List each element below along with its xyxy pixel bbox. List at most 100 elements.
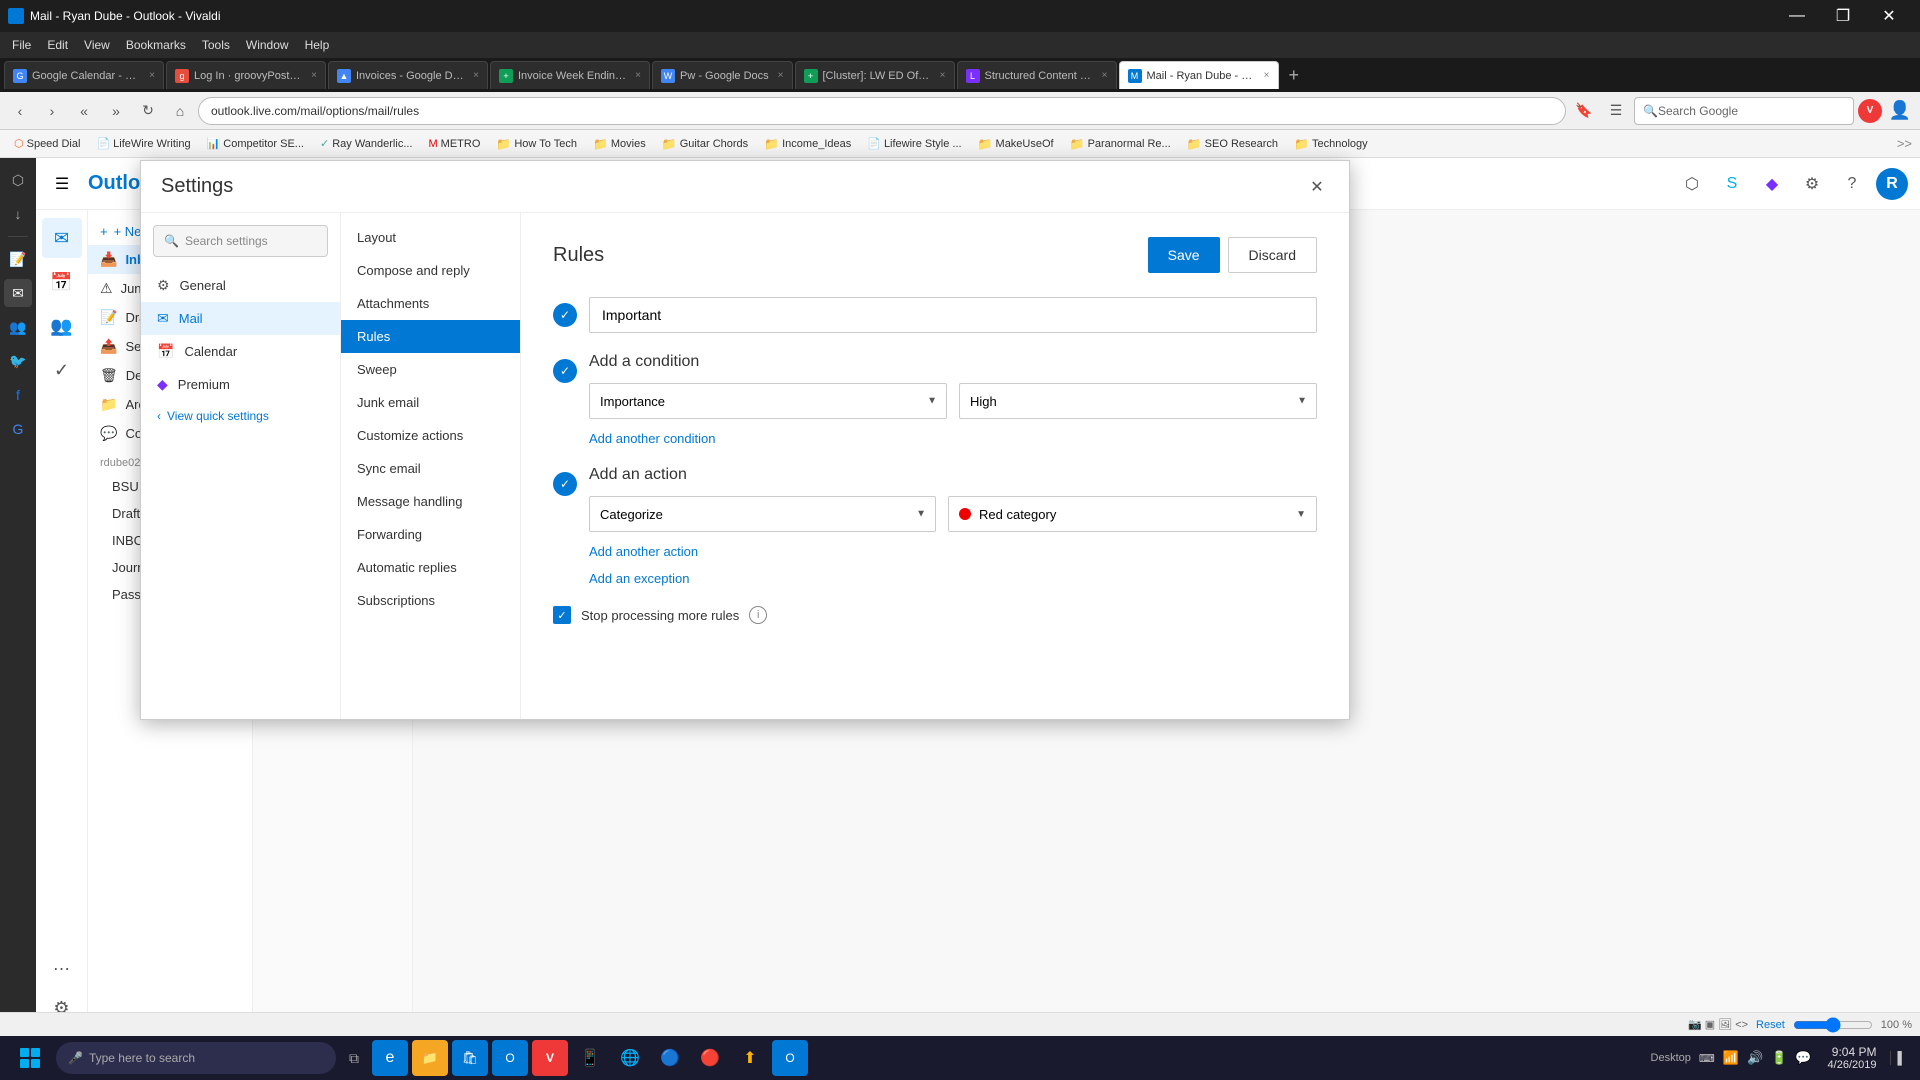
bookmark-how-to-tech[interactable]: 📁 How To Tech bbox=[490, 135, 583, 153]
tray-network-icon[interactable]: 📶 bbox=[1721, 1048, 1741, 1068]
tab-google-calendar[interactable]: G Google Calendar - Week of × bbox=[4, 61, 164, 89]
window-close-button[interactable]: ✕ bbox=[1866, 0, 1912, 32]
tray-battery-icon[interactable]: 🔋 bbox=[1769, 1048, 1789, 1068]
search-box[interactable]: 🔍 Search Google bbox=[1634, 97, 1854, 125]
nav-people-icon[interactable]: 👥 bbox=[42, 306, 82, 346]
bookmark-lifewire-style[interactable]: 📄 Lifewire Style ... bbox=[861, 135, 967, 152]
refresh-button[interactable]: ↻ bbox=[134, 97, 162, 125]
taskbar-outlook-icon[interactable]: O bbox=[492, 1040, 528, 1076]
taskbar-explorer-icon[interactable]: 📁 bbox=[412, 1040, 448, 1076]
taskbar-phone-icon[interactable]: 📱 bbox=[572, 1040, 608, 1076]
zoom-slider[interactable] bbox=[1793, 1017, 1873, 1033]
tab-close-google-calendar[interactable]: × bbox=[145, 70, 155, 81]
vivaldi-notes-icon[interactable]: 📝 bbox=[4, 245, 32, 273]
tray-keyboard-icon[interactable]: ⌨ bbox=[1697, 1050, 1717, 1067]
menu-edit[interactable]: Edit bbox=[39, 36, 76, 54]
menu-window[interactable]: Window bbox=[238, 36, 297, 54]
taskbar-clock[interactable]: 9:04 PM 4/26/2019 bbox=[1820, 1045, 1885, 1071]
taskbar-search-box[interactable]: 🎤 Type here to search bbox=[56, 1042, 336, 1074]
reset-zoom-label[interactable]: Reset bbox=[1756, 1019, 1785, 1031]
settings-icon[interactable]: ⚙ bbox=[1796, 168, 1828, 200]
vivaldi-google-icon[interactable]: G bbox=[4, 415, 32, 443]
bookmark-button[interactable]: 🔖 bbox=[1570, 97, 1598, 125]
bookmark-makeuseoficon[interactable]: 📁 MakeUseOf bbox=[972, 135, 1060, 153]
settings-close-button[interactable]: ✕ bbox=[1301, 171, 1333, 203]
category-select[interactable]: Red category ▼ bbox=[948, 496, 1317, 532]
bookmark-seo-research[interactable]: 📁 SEO Research bbox=[1181, 135, 1284, 153]
show-desktop-button[interactable]: ▌ bbox=[1890, 1051, 1912, 1065]
mid-nav-subscriptions[interactable]: Subscriptions bbox=[341, 584, 520, 617]
tab-close-structured[interactable]: × bbox=[1098, 70, 1108, 81]
tab-close-invoices[interactable]: × bbox=[469, 70, 479, 81]
tab-close-invoice-week[interactable]: × bbox=[631, 70, 641, 81]
tab-mail-active[interactable]: M Mail - Ryan Dube - Outlook × bbox=[1119, 61, 1279, 89]
menu-file[interactable]: File bbox=[4, 36, 39, 54]
nav-mail-icon[interactable]: ✉ bbox=[42, 218, 82, 258]
tab-structured[interactable]: L Structured Content Edit - D... × bbox=[957, 61, 1117, 89]
add-another-action-link[interactable]: Add another action bbox=[589, 544, 698, 559]
tab-pw-docs[interactable]: W Pw - Google Docs × bbox=[652, 61, 793, 89]
vivaldi-twitter-icon[interactable]: 🐦 bbox=[4, 347, 32, 375]
menu-help[interactable]: Help bbox=[297, 36, 338, 54]
rewards-icon[interactable]: ◆ bbox=[1756, 168, 1788, 200]
home-button[interactable]: ⌂ bbox=[166, 97, 194, 125]
apps-grid-icon[interactable]: ⬡ bbox=[1676, 168, 1708, 200]
address-input[interactable] bbox=[198, 97, 1566, 125]
stop-processing-info-icon[interactable]: i bbox=[749, 606, 767, 624]
bookmark-lifewire-writing[interactable]: 📄 LifeWire Writing bbox=[90, 135, 196, 152]
condition-type-select[interactable]: Importance From To Subject bbox=[589, 383, 947, 419]
taskbar-edge-icon[interactable]: e bbox=[372, 1040, 408, 1076]
condition-value-select[interactable]: High Normal Low bbox=[959, 383, 1317, 419]
tab-invoice-week[interactable]: + Invoice Week Ending: 4/28/... × bbox=[490, 61, 650, 89]
add-another-condition-link[interactable]: Add another condition bbox=[589, 431, 715, 446]
add-exception-link[interactable]: Add an exception bbox=[589, 571, 689, 586]
rewind-button[interactable]: « bbox=[70, 97, 98, 125]
bookmark-income-ideas[interactable]: 📁 Income_Ideas bbox=[758, 135, 857, 153]
mid-nav-sweep[interactable]: Sweep bbox=[341, 353, 520, 386]
new-tab-button[interactable]: + bbox=[1281, 65, 1308, 86]
vivaldi-download-icon[interactable]: ↓ bbox=[4, 200, 32, 228]
skype-icon[interactable]: S bbox=[1716, 168, 1748, 200]
tab-close-pw-docs[interactable]: × bbox=[774, 70, 784, 81]
tray-volume-icon[interactable]: 🔊 bbox=[1745, 1048, 1765, 1068]
nav-expand-icon[interactable]: … bbox=[42, 944, 82, 984]
desktop-label[interactable]: Desktop bbox=[1649, 1050, 1693, 1066]
menu-view[interactable]: View bbox=[76, 36, 118, 54]
taskbar-browser-icon[interactable]: 🌐 bbox=[612, 1040, 648, 1076]
tab-close-groovypost[interactable]: × bbox=[307, 70, 317, 81]
tab-close-mail[interactable]: × bbox=[1260, 70, 1270, 81]
maximize-button[interactable]: ❐ bbox=[1820, 0, 1866, 32]
tab-close-cluster[interactable]: × bbox=[936, 70, 946, 81]
mid-nav-sync[interactable]: Sync email bbox=[341, 452, 520, 485]
back-button[interactable]: ‹ bbox=[6, 97, 34, 125]
fast-forward-button[interactable]: » bbox=[102, 97, 130, 125]
account-button[interactable]: 👤 bbox=[1886, 97, 1914, 125]
view-quick-settings-link[interactable]: ‹ View quick settings bbox=[141, 401, 340, 431]
bookmark-movies[interactable]: 📁 Movies bbox=[587, 135, 652, 153]
stop-processing-checkbox[interactable]: ✓ bbox=[553, 606, 571, 624]
vivaldi-contacts-icon[interactable]: 👥 bbox=[4, 313, 32, 341]
bookmark-guitar-chords[interactable]: 📁 Guitar Chords bbox=[656, 135, 754, 153]
forward-button[interactable]: › bbox=[38, 97, 66, 125]
taskbar-red-app-icon[interactable]: 🔴 bbox=[692, 1040, 728, 1076]
mid-nav-layout[interactable]: Layout bbox=[341, 221, 520, 254]
rule-name-input[interactable] bbox=[589, 297, 1317, 333]
bookmark-competitor-se[interactable]: 📊 Competitor SE... bbox=[201, 135, 310, 152]
settings-nav-general[interactable]: ⚙ General bbox=[141, 269, 340, 302]
hamburger-menu-button[interactable]: ☰ bbox=[48, 170, 76, 198]
vivaldi-apps-icon[interactable]: ⬡ bbox=[4, 166, 32, 194]
minimize-button[interactable]: — bbox=[1774, 0, 1820, 32]
help-icon[interactable]: ? bbox=[1836, 168, 1868, 200]
vivaldi-mail-icon[interactable]: ✉ bbox=[4, 279, 32, 307]
taskbar-office-icon[interactable]: O bbox=[772, 1040, 808, 1076]
tab-invoices[interactable]: ▲ Invoices - Google Drive × bbox=[328, 61, 488, 89]
bookmark-technology[interactable]: 📁 Technology bbox=[1288, 135, 1374, 153]
action-type-select[interactable]: Categorize Move to Mark as read Delete P… bbox=[589, 496, 936, 532]
taskbar-store-icon[interactable]: 🛍 bbox=[452, 1040, 488, 1076]
nav-tasks-icon[interactable]: ✓ bbox=[42, 350, 82, 390]
taskbar-vivaldi-icon[interactable]: V bbox=[532, 1040, 568, 1076]
mid-nav-compose[interactable]: Compose and reply bbox=[341, 254, 520, 287]
mid-nav-message-handling[interactable]: Message handling bbox=[341, 485, 520, 518]
save-button[interactable]: Save bbox=[1148, 237, 1220, 273]
more-bookmarks-button[interactable]: >> bbox=[1897, 136, 1912, 151]
